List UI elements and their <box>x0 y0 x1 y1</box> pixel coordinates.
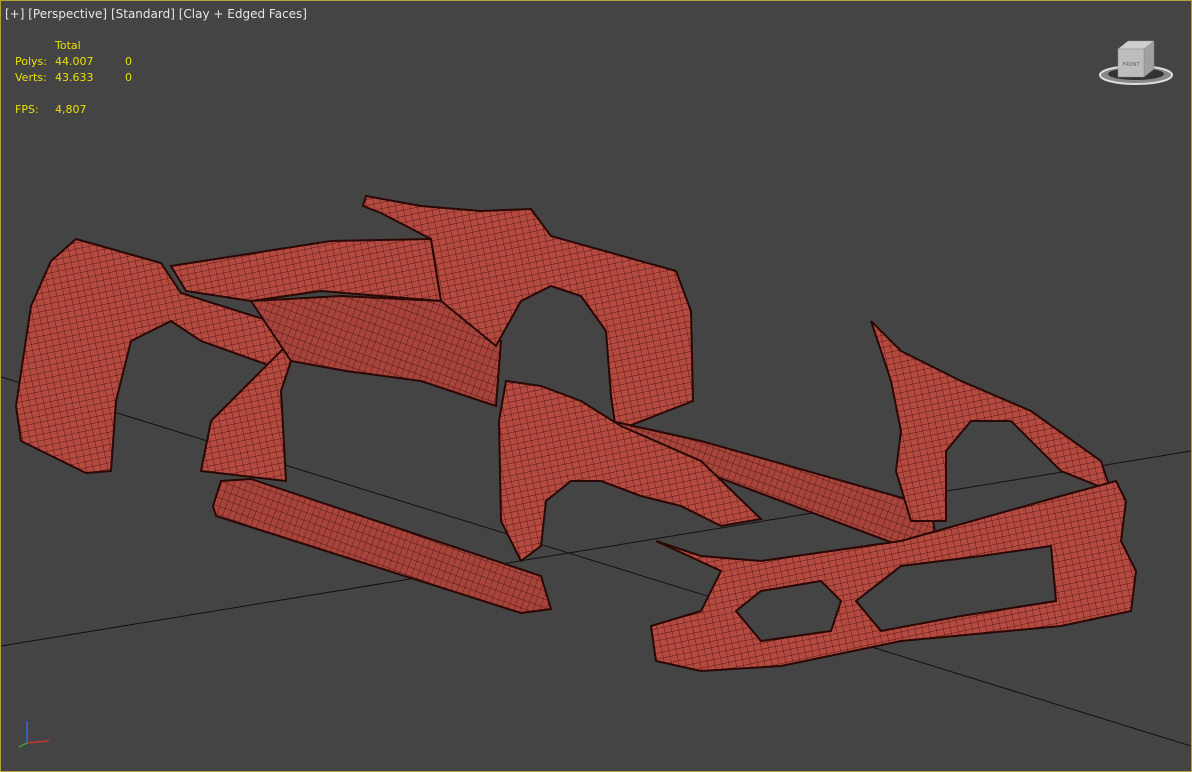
axis-gizmo <box>18 721 50 748</box>
top-beam <box>169 237 443 303</box>
verts-total: 43.633 <box>55 71 94 84</box>
perspective-viewport[interactable]: [+] [Perspective] [Standard] [Clay + Edg… <box>0 0 1192 772</box>
fps-label: FPS: <box>15 103 39 116</box>
viewport-point-of-view[interactable]: [Perspective] <box>28 7 107 21</box>
fps-value: 4,807 <box>55 103 87 116</box>
polys-label: Polys: <box>15 55 47 68</box>
polys-total: 44.007 <box>55 55 94 68</box>
viewport-shading[interactable]: [Clay + Edged Faces] <box>179 7 307 21</box>
viewport-menu-plus[interactable]: [+] <box>5 7 24 21</box>
scene-canvas[interactable] <box>1 1 1191 771</box>
viewcube-icon[interactable]: FRONT <box>1096 37 1176 89</box>
verts-selected: 0 <box>125 71 132 84</box>
viewcube-face-label[interactable]: FRONT <box>1122 62 1140 68</box>
polys-selected: 0 <box>125 55 132 68</box>
stats-header: Total <box>55 39 81 52</box>
verts-label: Verts: <box>15 71 47 84</box>
viewport-standard[interactable]: [Standard] <box>111 7 175 21</box>
front-fender-far <box>870 320 1113 522</box>
viewport-label: [+] [Perspective] [Standard] [Clay + Edg… <box>5 7 307 21</box>
